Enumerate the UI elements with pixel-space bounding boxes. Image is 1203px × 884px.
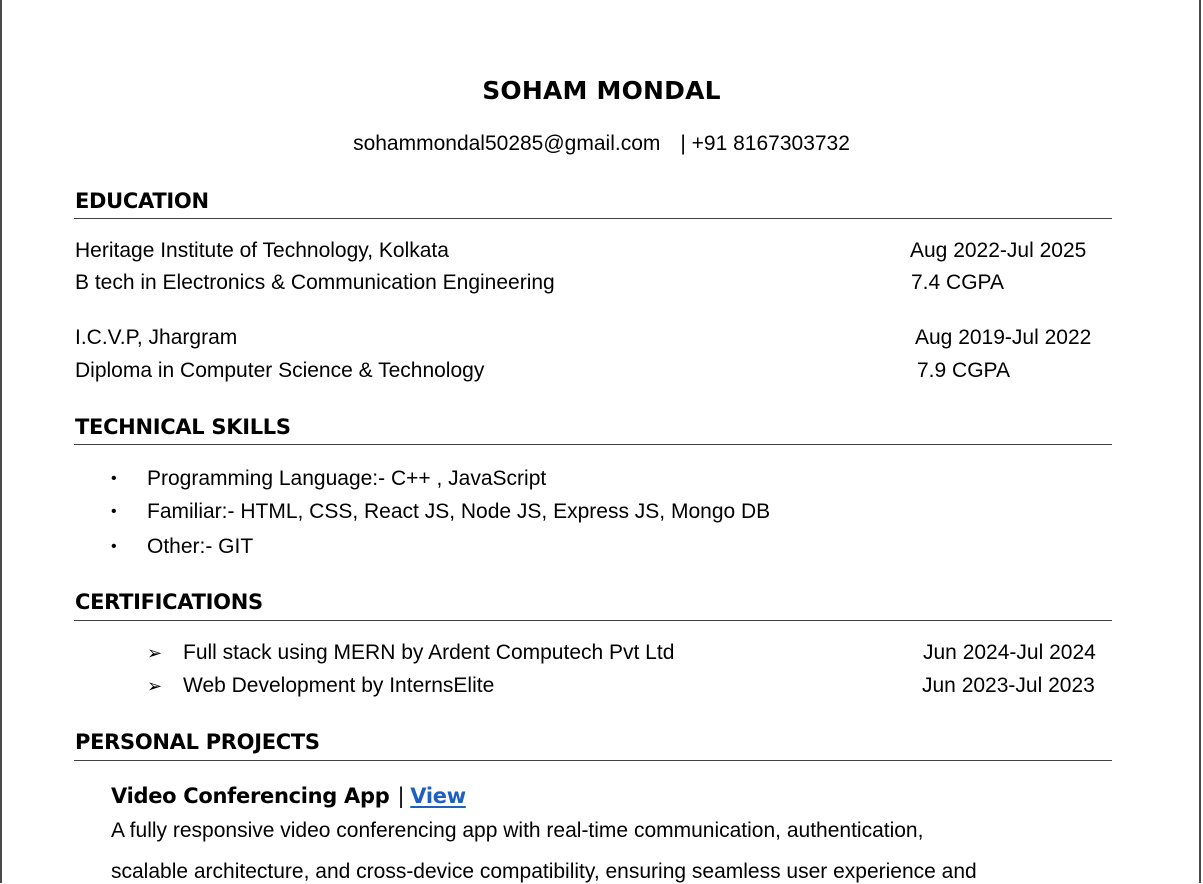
- education-dates: Aug 2022-Jul 2025: [910, 239, 1087, 262]
- education-degree: B tech in Electronics & Communication En…: [75, 271, 555, 294]
- education-dates: Aug 2019-Jul 2022: [915, 326, 1092, 349]
- skill-item: Programming Language:- C++ , JavaScript: [147, 467, 547, 490]
- email-text: sohammondal50285@gmail.com: [353, 132, 661, 155]
- project-name: Video Conferencing App: [111, 784, 390, 808]
- skill-item: Other:- GIT: [147, 535, 254, 558]
- project-title: Video Conferencing App | View: [111, 784, 466, 808]
- skills-rule: [74, 444, 1112, 445]
- project-separator: |: [397, 784, 405, 808]
- projects-rule: [74, 760, 1112, 761]
- projects-heading: PERSONAL PROJECTS: [75, 730, 320, 754]
- phone-text: | +91 8167303732: [680, 132, 850, 155]
- skills-heading: TECHNICAL SKILLS: [75, 415, 291, 439]
- certification-dates: Jun 2024-Jul 2024: [923, 641, 1096, 664]
- project-view-link[interactable]: View: [410, 784, 466, 808]
- certification-dates: Jun 2023-Jul 2023: [922, 674, 1095, 697]
- certifications-rule: [74, 620, 1112, 621]
- certification-name: Web Development by InternsElite: [183, 674, 495, 697]
- candidate-name: SOHAM MONDAL: [482, 76, 721, 105]
- contact-line: sohammondal50285@gmail.com | +91 81673037…: [0, 132, 1203, 156]
- education-score: 7.4 CGPA: [911, 271, 1004, 294]
- project-description-line: scalable architecture, and cross-device …: [111, 860, 977, 883]
- project-description-line: A fully responsive video conferencing ap…: [111, 819, 924, 842]
- certifications-heading: CERTIFICATIONS: [75, 590, 263, 614]
- bullet-dot-icon: •: [111, 470, 117, 487]
- education-heading: EDUCATION: [75, 189, 209, 213]
- bullet-dot-icon: •: [111, 503, 117, 520]
- education-degree: Diploma in Computer Science & Technology: [75, 359, 485, 382]
- arrow-bullet-icon: ➢: [147, 676, 163, 696]
- education-institution: I.C.V.P, Jhargram: [75, 326, 238, 349]
- bullet-dot-icon: •: [111, 538, 117, 555]
- education-institution: Heritage Institute of Technology, Kolkat…: [75, 239, 449, 262]
- certification-name: Full stack using MERN by Ardent Computec…: [183, 641, 675, 664]
- education-rule: [74, 218, 1112, 219]
- education-score: 7.9 CGPA: [917, 359, 1010, 382]
- arrow-bullet-icon: ➢: [147, 643, 163, 663]
- skill-item: Familiar:- HTML, CSS, React JS, Node JS,…: [147, 500, 771, 523]
